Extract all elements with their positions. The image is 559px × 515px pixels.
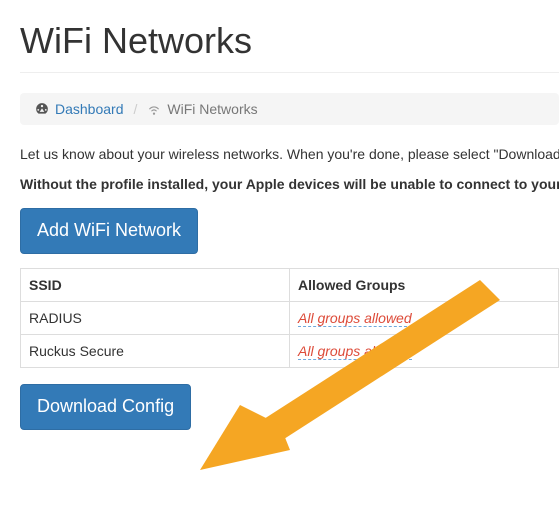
dashboard-icon bbox=[35, 102, 49, 116]
divider bbox=[20, 72, 559, 73]
breadcrumb-separator: / bbox=[130, 101, 142, 117]
breadcrumb-current: WiFi Networks bbox=[167, 101, 257, 117]
wifi-icon bbox=[147, 102, 161, 116]
add-wifi-network-button[interactable]: Add WiFi Network bbox=[20, 208, 198, 254]
table-row: RADIUS All groups allowed bbox=[21, 302, 559, 335]
warning-text: Without the profile installed, your Appl… bbox=[20, 175, 559, 195]
allowed-groups-link[interactable]: All groups allowed bbox=[298, 343, 412, 360]
download-config-button[interactable]: Download Config bbox=[20, 384, 191, 430]
ssid-cell: Ruckus Secure bbox=[21, 335, 290, 368]
ssid-cell: RADIUS bbox=[21, 302, 290, 335]
wifi-table: SSID Allowed Groups RADIUS All groups al… bbox=[20, 268, 559, 368]
breadcrumb-dashboard-link[interactable]: Dashboard bbox=[55, 101, 124, 117]
table-header-ssid: SSID bbox=[21, 269, 290, 302]
table-header-groups: Allowed Groups bbox=[290, 269, 559, 302]
page-title: WiFi Networks bbox=[20, 20, 559, 62]
allowed-groups-link[interactable]: All groups allowed bbox=[298, 310, 412, 327]
table-row: Ruckus Secure All groups allowed bbox=[21, 335, 559, 368]
breadcrumb: Dashboard / WiFi Networks bbox=[20, 93, 559, 125]
intro-text: Let us know about your wireless networks… bbox=[20, 145, 559, 165]
